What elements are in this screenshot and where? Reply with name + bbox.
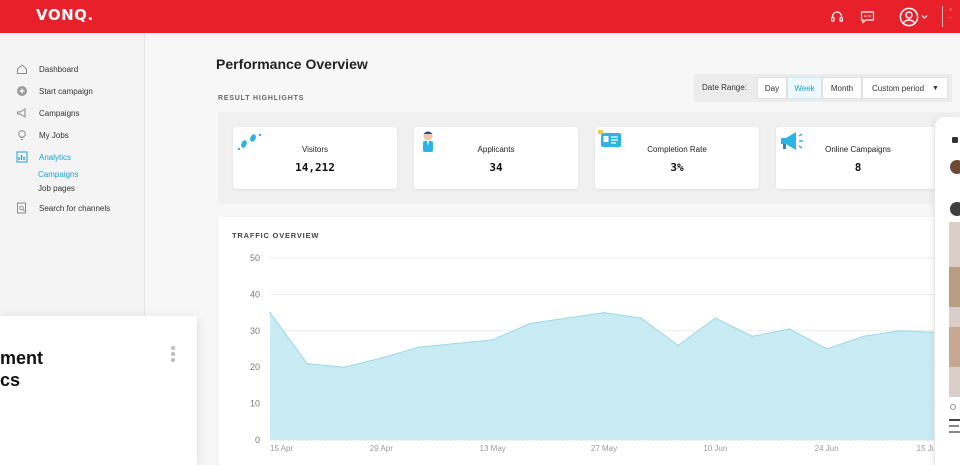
stat-card-applicants: Applicants 34 [414, 127, 578, 189]
custom-period-select[interactable]: Custom period ▼ [862, 77, 948, 99]
result-highlights-heading: RESULT HIGHLIGHTS [218, 95, 305, 102]
data-point [900, 330, 902, 332]
x-tick-label: 27 May [591, 444, 617, 453]
data-point [714, 317, 717, 319]
data-point [640, 317, 642, 319]
megaphone-icon [16, 107, 28, 119]
search-document-icon [16, 202, 28, 214]
bulb-icon [16, 129, 28, 141]
stat-value: 3% [670, 161, 684, 174]
stat-card-visitors: Visitors 14,212 [233, 127, 397, 189]
x-tick-label: 24 Jun [815, 444, 839, 453]
sidebar-item-label: Campaigns [39, 108, 80, 118]
date-range-month-button[interactable]: Month [822, 77, 862, 99]
headset-icon[interactable] [826, 0, 848, 33]
stat-title: Visitors [301, 145, 329, 154]
data-point [380, 357, 383, 359]
data-point [417, 346, 420, 348]
sidebar-item-label: Search for channels [39, 203, 111, 213]
data-point [491, 339, 494, 341]
top-bar [0, 0, 960, 33]
data-point [566, 317, 568, 319]
logo[interactable]: VONQ. [36, 6, 94, 24]
stat-title: Online Campaigns [825, 145, 891, 154]
y-tick-label: 20 [250, 362, 260, 372]
sidebar-subitem-campaigns[interactable]: Campaigns [38, 170, 78, 179]
date-range-label: Date Range: [702, 83, 747, 92]
chevron-down-icon [921, 15, 927, 19]
user-menu[interactable] [898, 0, 928, 33]
sidebar-item-analytics[interactable]: Analytics [16, 149, 71, 165]
y-tick-label: 50 [250, 253, 260, 263]
stat-card-completion-rate: Completion Rate 3% [595, 127, 759, 189]
account-mini-info: ○ ·· [949, 7, 953, 21]
plus-circle-icon [16, 85, 28, 97]
y-tick-label: 0 [255, 435, 260, 445]
sidebar-item-label: My Jobs [39, 130, 69, 140]
sidebar-item-search-channels[interactable]: Search for channels [16, 200, 110, 216]
sidebar-item-label: Start campaign [39, 86, 93, 96]
stat-title: Applicants [477, 145, 515, 154]
y-tick-label: 10 [250, 399, 260, 409]
stat-value: 8 [854, 161, 862, 174]
data-point [863, 335, 865, 338]
user-avatar-icon [899, 7, 918, 26]
y-tick-label: 40 [250, 289, 260, 299]
data-point [751, 335, 754, 338]
data-point [603, 311, 605, 314]
sidebar-subitem-job-pages[interactable]: Job pages [38, 184, 75, 193]
home-icon [16, 63, 28, 75]
date-range-week-button[interactable]: Week [787, 77, 822, 99]
sidebar-item-dashboard[interactable]: Dashboard [16, 61, 78, 77]
sidebar-item-label: Analytics [39, 152, 72, 162]
caret-down-icon: ▼ [932, 84, 939, 92]
custom-period-label: Custom period [872, 83, 925, 93]
traffic-overview-title: TRAFFIC OVERVIEW [232, 231, 320, 240]
stat-value: 34 [489, 161, 503, 174]
data-point [269, 311, 271, 314]
date-range-day-button[interactable]: Day [757, 77, 787, 99]
traffic-area [270, 312, 938, 440]
data-point [343, 366, 345, 368]
page-title: Performance Overview [216, 56, 368, 72]
chat-icon[interactable] [856, 0, 878, 33]
x-tick-label: 29 Apr [370, 444, 393, 453]
stat-value: 14,212 [295, 161, 335, 174]
overlay-heading-line: cs [0, 370, 21, 390]
data-point [529, 322, 531, 325]
sidebar-item-campaigns[interactable]: Campaigns [16, 105, 79, 121]
more-options-icon[interactable] [171, 346, 177, 364]
traffic-chart: 0 10 20 30 40 50 15 Apr 29 Apr 13 May 27 May 10 Ju… [250, 253, 939, 453]
x-tick-label: 13 May [480, 444, 506, 453]
y-tick-label: 30 [250, 326, 260, 336]
sidebar-item-my-jobs[interactable]: My Jobs [16, 127, 69, 143]
sidebar-item-label: Dashboard [39, 64, 79, 74]
overlay-heading-line: ment [0, 348, 44, 368]
analytics-icon [16, 151, 28, 163]
data-point [306, 362, 308, 365]
data-point [825, 348, 828, 350]
x-tick-label: 10 Jun [703, 444, 727, 453]
data-point [454, 342, 457, 345]
stat-card-online-campaigns: Online Campaigns 8 [776, 127, 940, 189]
overlay-heading: ment cs [0, 347, 43, 391]
data-point [677, 344, 679, 347]
stat-title: Completion Rate [647, 145, 707, 154]
data-point [788, 328, 791, 330]
phone-preview-strip [934, 117, 960, 465]
x-tick-label: 15 Apr [270, 444, 293, 453]
sidebar-item-start-campaign[interactable]: Start campaign [16, 83, 93, 99]
topbar-divider [942, 6, 943, 27]
